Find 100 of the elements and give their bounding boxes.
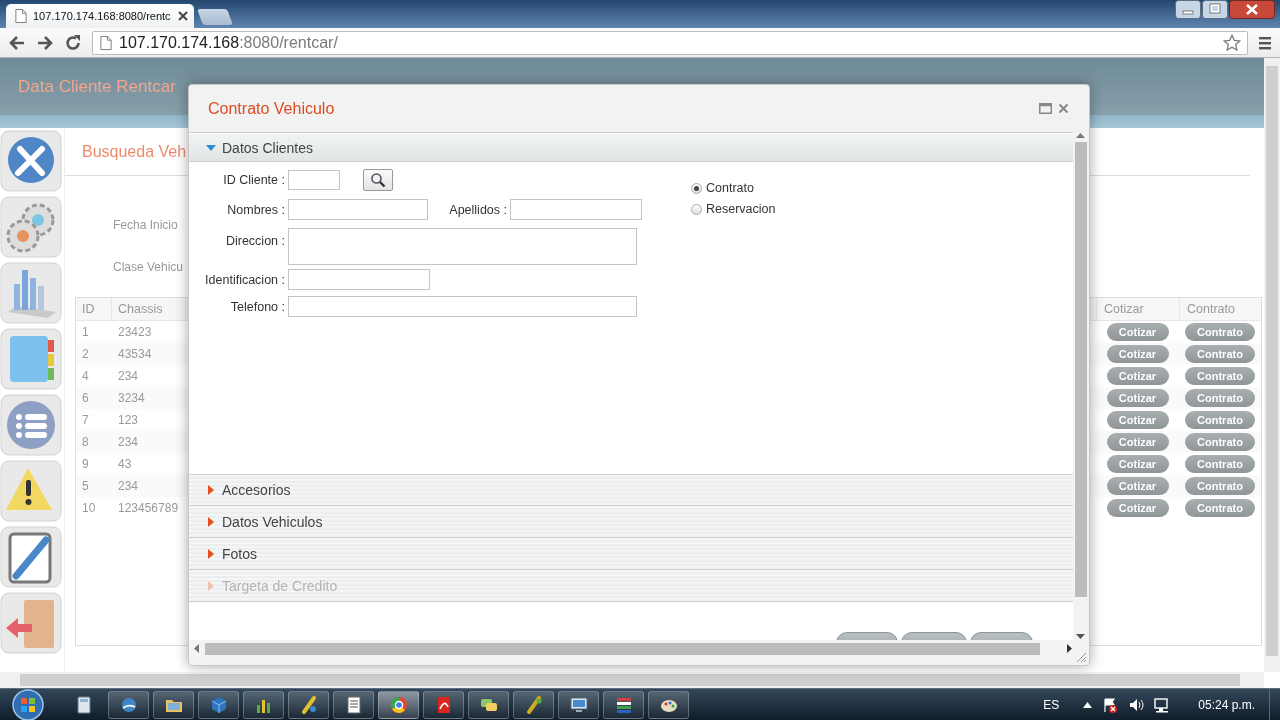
input-field[interactable] bbox=[288, 296, 637, 317]
tray-arrow-icon[interactable] bbox=[1083, 701, 1093, 708]
contract-button[interactable]: Contrato bbox=[1185, 477, 1255, 495]
table-cell-text: 2 bbox=[81, 346, 90, 363]
caret-icon bbox=[206, 485, 216, 495]
contract-button[interactable]: Contrato bbox=[1185, 455, 1255, 473]
calculator-icon[interactable] bbox=[74, 694, 94, 715]
contract-button[interactable]: Contrato bbox=[1185, 323, 1255, 341]
input-field[interactable] bbox=[288, 199, 428, 220]
table-cell-text: 43534 bbox=[117, 346, 153, 363]
table-cell-text: 123456789 bbox=[117, 500, 180, 517]
star-icon[interactable] bbox=[1223, 33, 1241, 52]
contract-button[interactable]: Contrato bbox=[1185, 433, 1255, 451]
quote-button[interactable]: Cotizar bbox=[1106, 367, 1169, 385]
browser-tab[interactable]: 107.170.174.168:8080/rentc bbox=[6, 4, 194, 28]
caret-icon bbox=[206, 516, 216, 527]
table-cell-text: 5 bbox=[81, 478, 90, 495]
pen-icon[interactable] bbox=[0, 526, 62, 588]
taskbar-button[interactable] bbox=[378, 690, 419, 719]
reload-icon[interactable] bbox=[64, 33, 82, 52]
forward-icon[interactable] bbox=[36, 33, 54, 52]
input-field[interactable] bbox=[288, 269, 430, 290]
taskbar-button[interactable] bbox=[468, 690, 509, 719]
taskbar-button[interactable] bbox=[243, 690, 284, 719]
warning-icon[interactable] bbox=[0, 460, 62, 522]
quote-button[interactable]: Cotizar bbox=[1106, 499, 1169, 517]
taskbar-button[interactable] bbox=[603, 690, 644, 719]
menu-icon[interactable] bbox=[1258, 34, 1272, 51]
accordion-header[interactable]: Fotos bbox=[189, 538, 1073, 570]
input-field[interactable] bbox=[510, 199, 642, 220]
maximize-icon[interactable] bbox=[1202, 0, 1228, 19]
minimize-icon[interactable] bbox=[1175, 0, 1201, 19]
network-icon[interactable] bbox=[1154, 696, 1171, 713]
input-field[interactable] bbox=[288, 170, 340, 190]
quote-button[interactable]: Cotizar bbox=[1106, 323, 1169, 341]
taskbar-button[interactable] bbox=[513, 690, 554, 719]
quote-button[interactable]: Cotizar bbox=[1106, 345, 1169, 363]
search-icon bbox=[370, 172, 386, 188]
new-tab-button[interactable] bbox=[197, 9, 233, 25]
table-cell-text: 234 bbox=[117, 434, 140, 451]
flag-icon[interactable] bbox=[1102, 696, 1119, 713]
table-cell-text: 9 bbox=[81, 456, 90, 473]
resize-grip-icon[interactable] bbox=[1076, 652, 1087, 663]
back-icon[interactable] bbox=[8, 33, 26, 52]
column-header: Chassis bbox=[112, 298, 186, 320]
field-label: ID Cliente : bbox=[222, 173, 285, 187]
contract-button[interactable]: Contrato bbox=[1185, 411, 1255, 429]
quote-button[interactable]: Cotizar bbox=[1106, 389, 1169, 407]
contract-button[interactable]: Contrato bbox=[1185, 367, 1255, 385]
close-icon[interactable] bbox=[178, 11, 188, 21]
horizontal-scrollbar[interactable] bbox=[189, 640, 1073, 657]
close-icon[interactable] bbox=[1229, 0, 1275, 19]
taskbar-button[interactable] bbox=[333, 690, 374, 719]
scroll-up-icon[interactable] bbox=[1076, 132, 1085, 140]
option-label: Reservacion bbox=[706, 202, 776, 216]
taskbar-button[interactable] bbox=[648, 690, 689, 719]
quote-button[interactable]: Cotizar bbox=[1106, 411, 1169, 429]
quote-button[interactable]: Cotizar bbox=[1106, 455, 1169, 473]
address-field[interactable]: 107.170.174.168:8080/rentcar/ bbox=[92, 30, 1248, 55]
taskbar-button[interactable] bbox=[108, 690, 149, 719]
dialog-title: Contrato Vehiculo bbox=[208, 99, 336, 118]
gears-icon[interactable] bbox=[0, 196, 62, 258]
scroll-left-icon[interactable] bbox=[193, 644, 201, 653]
field-label: Identificacion : bbox=[204, 272, 285, 287]
radio-button[interactable] bbox=[691, 182, 702, 194]
quote-button[interactable]: Cotizar bbox=[1106, 477, 1169, 495]
table-cell-text: 3234 bbox=[117, 390, 146, 407]
accordion-header[interactable]: Accesorios bbox=[189, 474, 1073, 506]
door-icon[interactable] bbox=[0, 592, 62, 654]
bar-chart-icon[interactable] bbox=[0, 262, 62, 324]
search-button[interactable] bbox=[363, 169, 393, 191]
table-cell-text: 8 bbox=[81, 434, 90, 451]
quote-button[interactable]: Cotizar bbox=[1106, 433, 1169, 451]
contract-button[interactable]: Contrato bbox=[1185, 499, 1255, 517]
radio-button[interactable] bbox=[691, 203, 702, 215]
scroll-down-icon[interactable] bbox=[1076, 632, 1085, 640]
maximize-icon[interactable] bbox=[1039, 103, 1052, 114]
taskbar-button[interactable] bbox=[288, 690, 329, 719]
scroll-right-icon[interactable] bbox=[1065, 644, 1073, 653]
field-label: Telefono : bbox=[229, 299, 285, 314]
clock[interactable]: 05:24 p.m. bbox=[1198, 697, 1255, 712]
filter-label: Fecha Inicio bbox=[113, 217, 179, 234]
page-icon bbox=[14, 8, 28, 24]
contract-button[interactable]: Contrato bbox=[1185, 345, 1255, 363]
horizontal-scrollbar[interactable] bbox=[0, 672, 1264, 688]
taskbar-button[interactable] bbox=[558, 690, 599, 719]
accordion-header[interactable]: Datos Clientes bbox=[189, 134, 1073, 162]
vertical-scrollbar[interactable] bbox=[1264, 58, 1280, 672]
section-title: Busqueda Veh bbox=[82, 142, 187, 161]
accordion-header[interactable]: Datos Vehiculos bbox=[189, 506, 1073, 538]
caret-icon bbox=[206, 548, 216, 559]
contract-button[interactable]: Contrato bbox=[1185, 389, 1255, 407]
field-label: Nombres : bbox=[226, 202, 285, 217]
app-title: Data Cliente Rentcar bbox=[18, 76, 176, 97]
language-indicator[interactable]: ES bbox=[1043, 697, 1060, 712]
page-icon bbox=[99, 34, 113, 51]
caret-icon bbox=[206, 580, 216, 591]
table-cell-text: 6 bbox=[81, 390, 90, 407]
taskbar-button[interactable] bbox=[153, 690, 194, 719]
field-label: Direccion : bbox=[224, 233, 285, 248]
